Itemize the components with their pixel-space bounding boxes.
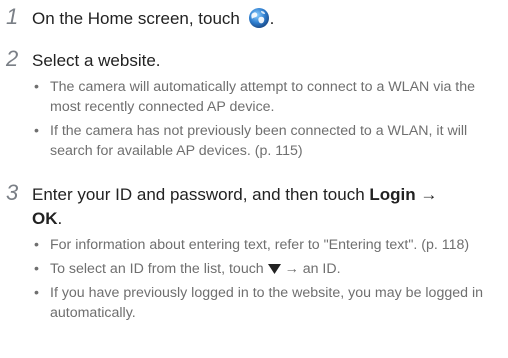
step-2: 2 Select a website. • The camera will au… xyxy=(6,48,502,165)
bullet-mark: • xyxy=(34,237,39,253)
list-item: • To select an ID from the list, touch →… xyxy=(32,259,502,279)
bullet-text-start: To select an ID from the list, touch xyxy=(50,261,268,277)
login-label: Login xyxy=(369,185,416,204)
list-item: • For information about entering text, r… xyxy=(32,235,502,255)
bullet-text: To select an ID from the list, touch → a… xyxy=(50,261,341,277)
step-3-heading: 3 Enter your ID and password, and then t… xyxy=(6,182,502,231)
step-2-heading: 2 Select a website. xyxy=(6,48,502,73)
step-2-text: Select a website. xyxy=(32,51,161,70)
step-1-text: On the Home screen, touch . xyxy=(32,7,274,31)
step-number: 3 xyxy=(6,180,19,205)
bullet-text-end: → an ID. xyxy=(280,261,341,277)
bullet-text: If you have previously logged in to the … xyxy=(50,285,483,321)
bullet-mark: • xyxy=(34,285,39,301)
bullet-mark: • xyxy=(34,79,39,95)
step-number: 1 xyxy=(6,4,19,29)
bullet-text: The camera will automatically attempt to… xyxy=(50,79,476,115)
bullet-mark: • xyxy=(34,123,39,139)
step-3-text-start: Enter your ID and password, and then tou… xyxy=(32,185,370,204)
step-3: 3 Enter your ID and password, and then t… xyxy=(6,182,502,327)
list-item: • The camera will automatically attempt … xyxy=(32,77,502,117)
list-item: • If the camera has not previously been … xyxy=(32,121,502,161)
ok-label: OK xyxy=(32,209,58,228)
arrow: → xyxy=(415,185,438,204)
bullet-text: For information about entering text, ref… xyxy=(50,237,470,253)
step-2-bullets: • The camera will automatically attempt … xyxy=(32,77,502,161)
step-1: 1 On the Home screen, touch . xyxy=(6,6,502,31)
step-1-label: On the Home screen, touch xyxy=(32,9,240,28)
list-item: • If you have previously logged in to th… xyxy=(32,283,502,323)
step-1-heading: 1 On the Home screen, touch . xyxy=(6,6,502,31)
globe-icon xyxy=(248,7,270,29)
step-number: 2 xyxy=(6,46,19,71)
bullet-mark: • xyxy=(34,261,39,277)
step-1-period: . xyxy=(269,9,275,28)
step-3-text: Enter your ID and password, and then tou… xyxy=(32,183,452,231)
bullet-text: If the camera has not previously been co… xyxy=(50,123,468,159)
step-3-period: . xyxy=(57,209,63,228)
step-3-bullets: • For information about entering text, r… xyxy=(32,235,502,323)
down-triangle-icon xyxy=(267,260,281,274)
